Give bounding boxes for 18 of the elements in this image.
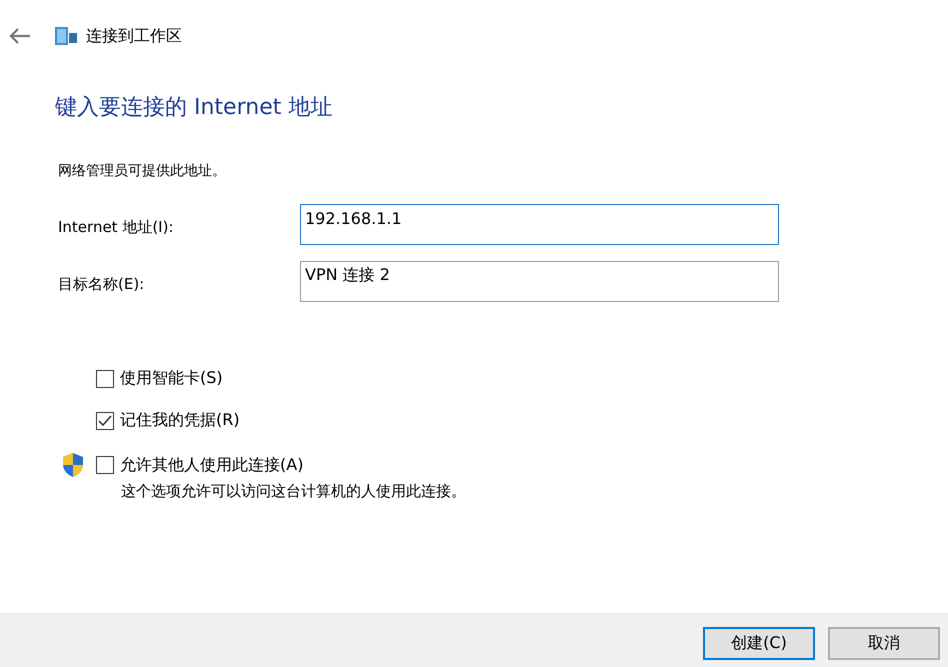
description-text: 网络管理员可提供此地址。 [58, 162, 227, 180]
network-icon [54, 26, 78, 46]
option-note: 这个选项允许可以访问这台计算机的人使用此连接。 [121, 482, 467, 501]
field-label: 目标名称(E): [58, 274, 146, 294]
dialog-button[interactable]: 取消 [828, 627, 940, 660]
page-heading: 键入要连接的 Internet 地址 [55, 94, 334, 122]
field-label: Internet 地址(I): [58, 217, 175, 237]
dialog-button[interactable]: 创建(C) [703, 627, 815, 660]
checkbox[interactable] [96, 456, 114, 474]
checkbox[interactable] [96, 412, 114, 430]
window-title: 连接到工作区 [86, 26, 182, 46]
checkbox-label[interactable]: 使用智能卡(S) [120, 368, 223, 389]
checkbox-label[interactable]: 记住我的凭据(R) [120, 410, 240, 431]
input-field[interactable]: VPN 连接 2 [300, 261, 779, 302]
checkbox[interactable] [96, 370, 114, 388]
input-field[interactable]: 192.168.1.1 [300, 204, 779, 245]
back-arrow-icon[interactable] [8, 27, 32, 45]
checkbox-label[interactable]: 允许其他人使用此连接(A) [120, 454, 304, 476]
